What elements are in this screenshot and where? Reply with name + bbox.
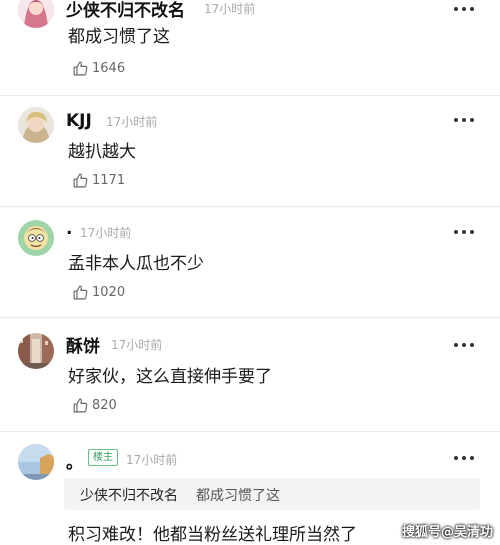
comment-text: 都成习惯了这 — [68, 27, 170, 47]
thumbs-up-icon — [73, 398, 88, 412]
divider — [0, 431, 500, 432]
quoted-reply[interactable]: 少侠不归不改名 都成习惯了这 — [64, 478, 480, 510]
like-count: 1646 — [92, 60, 126, 76]
avatar-image — [18, 333, 54, 369]
avatar-image — [18, 220, 54, 256]
quoted-text: 都成习惯了这 — [196, 488, 280, 504]
divider — [0, 206, 500, 207]
avatar[interactable] — [18, 220, 54, 256]
more-options-icon[interactable] — [454, 117, 474, 123]
comment-time: 17小时前 — [106, 115, 158, 129]
comment-username[interactable]: 。 — [66, 448, 83, 473]
like-count: 1020 — [92, 284, 126, 300]
watermark: 搜狐号@吴清功 — [402, 525, 494, 540]
comment-time: 17小时前 — [204, 2, 256, 16]
more-options-icon[interactable] — [454, 6, 474, 12]
comment-username[interactable]: . — [66, 219, 72, 239]
divider — [0, 317, 500, 318]
comment-text: 好家伙，这么直接伸手要了 — [68, 367, 272, 387]
quoted-username[interactable]: 少侠不归不改名 — [80, 485, 178, 505]
comment-username[interactable]: KJJ — [66, 111, 92, 131]
comment-text: 孟非本人瓜也不少 — [68, 254, 204, 274]
author-badge: 楼主 — [88, 449, 118, 466]
avatar[interactable] — [18, 444, 54, 480]
comment-username[interactable]: 酥饼 — [66, 332, 100, 357]
like-button[interactable]: 1646 — [72, 58, 125, 78]
comment-time: 17小时前 — [126, 453, 178, 467]
comment-time: 17小时前 — [80, 226, 132, 240]
more-options-icon[interactable] — [454, 455, 474, 461]
comment-time: 17小时前 — [111, 338, 163, 352]
comment-text: 越扒越大 — [68, 142, 136, 162]
avatar[interactable] — [18, 333, 54, 369]
comment-username[interactable]: 少侠不归不改名 — [66, 0, 185, 21]
like-button[interactable]: 820 — [72, 395, 117, 415]
avatar[interactable] — [18, 107, 54, 143]
thumbs-up-icon — [73, 61, 88, 75]
like-count: 1171 — [92, 172, 126, 188]
like-button[interactable]: 1171 — [72, 170, 125, 190]
more-options-icon[interactable] — [454, 342, 474, 348]
avatar-image — [18, 444, 54, 480]
like-button[interactable]: 1020 — [72, 282, 125, 302]
thumbs-up-icon — [73, 173, 88, 187]
divider — [0, 95, 500, 96]
avatar-image — [18, 107, 54, 143]
more-options-icon[interactable] — [454, 229, 474, 235]
thumbs-up-icon — [73, 285, 88, 299]
like-count: 820 — [92, 397, 117, 413]
comment-text: 积习难改！他都当粉丝送礼理所当然了 — [68, 525, 357, 545]
avatar-image — [18, 0, 54, 28]
avatar[interactable] — [18, 0, 54, 28]
